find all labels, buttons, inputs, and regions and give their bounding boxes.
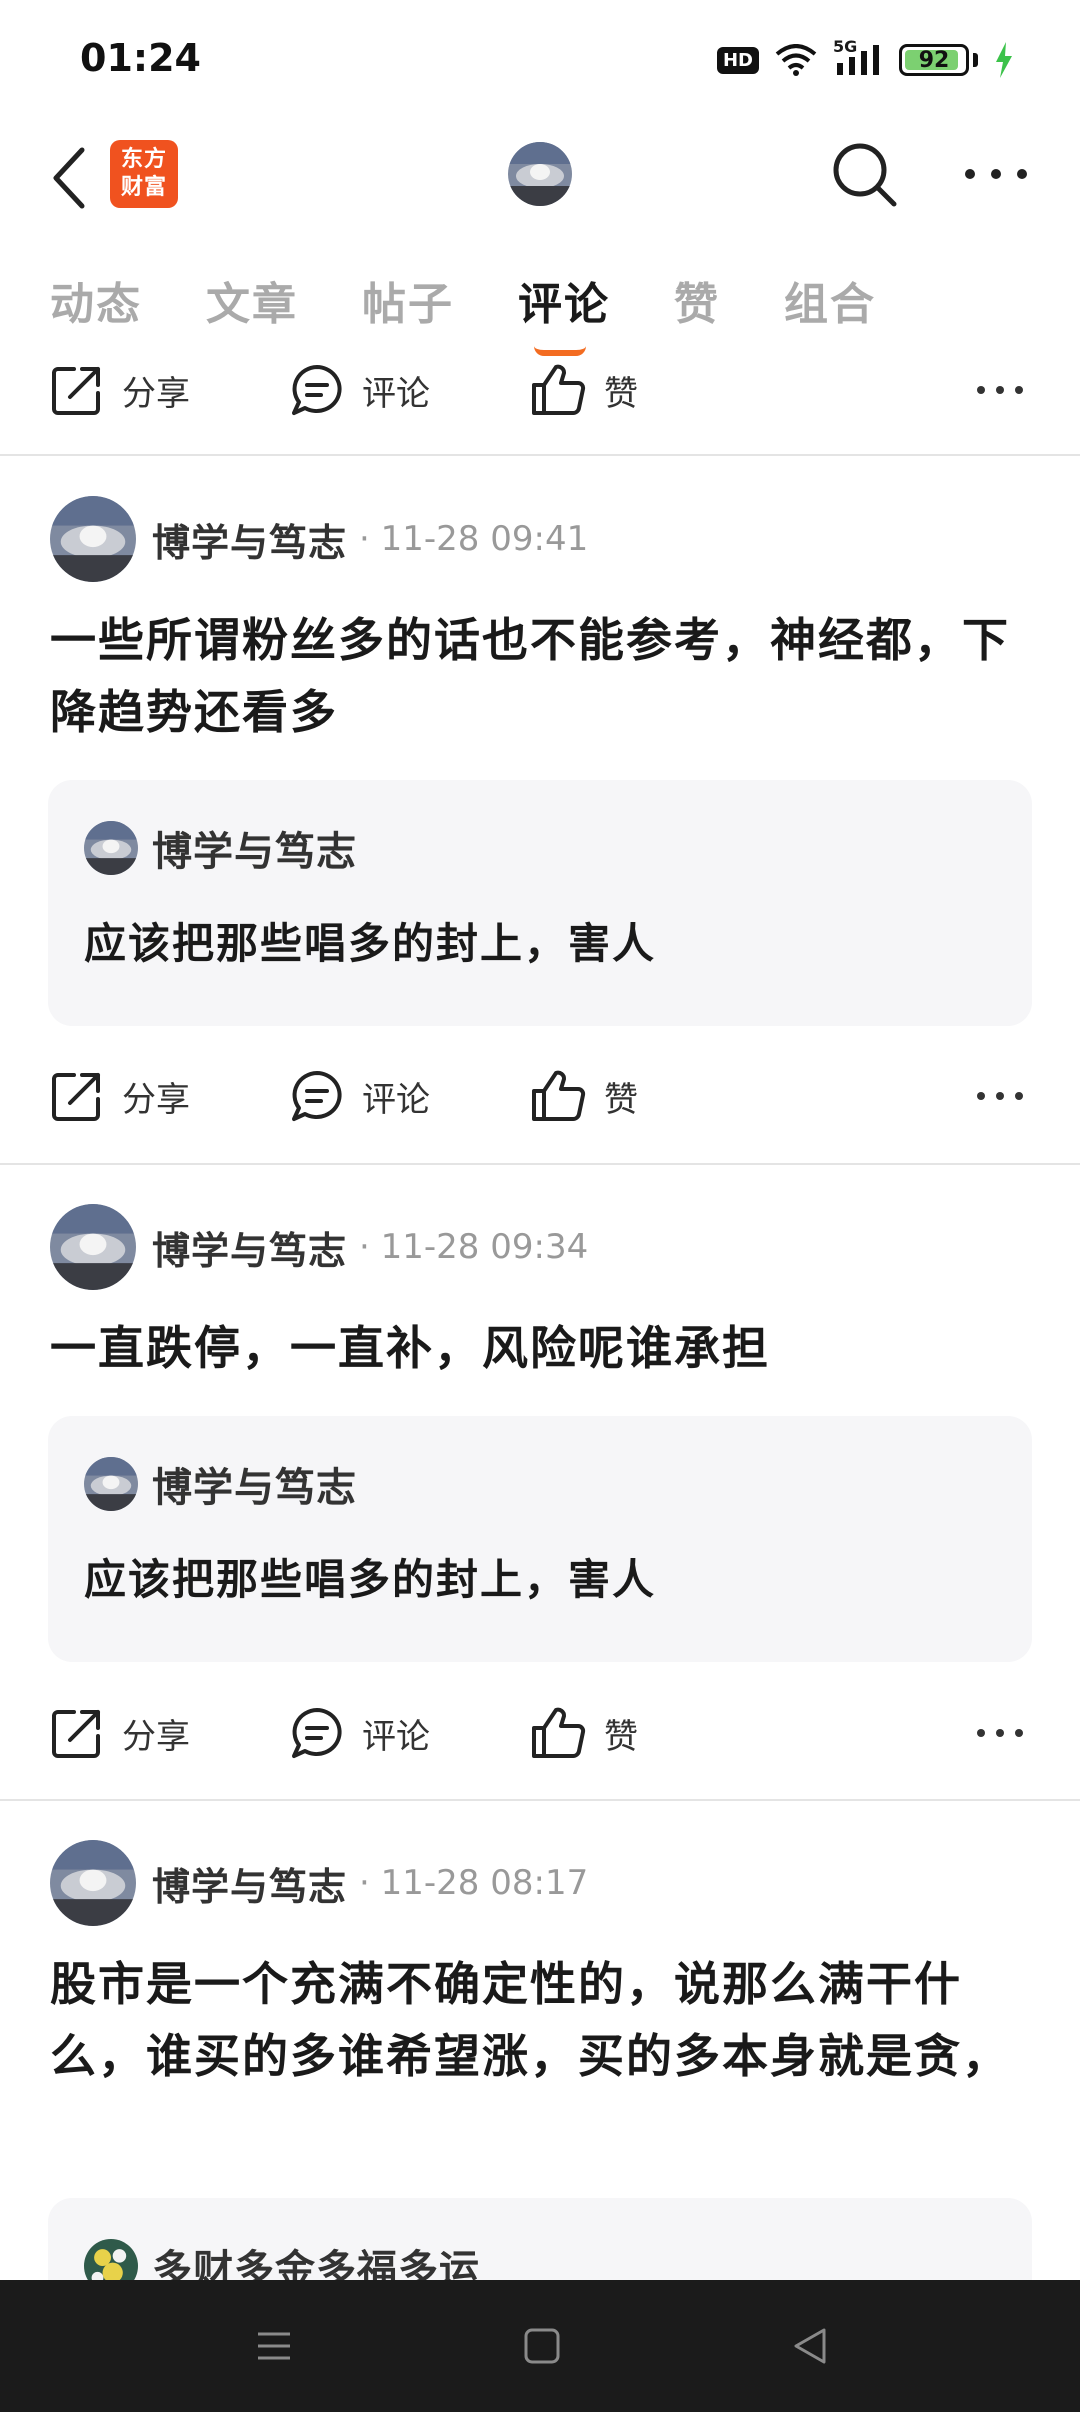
more-options-button[interactable] (970, 345, 1030, 435)
divider (0, 1799, 1080, 1801)
comment-icon (292, 365, 342, 415)
post-time: · 11-28 08:17 (359, 1863, 589, 1903)
avatar (84, 2239, 138, 2280)
battery-level: 92 (918, 47, 950, 73)
post-header: 博学与笃志 · 11-28 09:41 (50, 494, 588, 584)
more-options-button[interactable] (970, 1688, 1030, 1778)
profile-tabs: 动态 文章 帖子 评论 赞 组合 (50, 268, 940, 356)
post-header: 博学与笃志 · 11-28 09:34 (50, 1202, 588, 1292)
more-options-button[interactable] (970, 1051, 1030, 1141)
status-icons: HD 5G 92 (716, 37, 1014, 80)
share-label: 分享 (122, 1079, 190, 1120)
post-header: 博学与笃志 · 11-28 08:17 (50, 1838, 588, 1928)
menu-icon[interactable] (244, 2316, 304, 2376)
avatar[interactable] (50, 1840, 136, 1926)
quoted-header: 博学与笃志 (84, 820, 357, 876)
comment-button[interactable]: 评论 (290, 1688, 430, 1778)
comment-label: 评论 (362, 373, 430, 414)
nav-back-icon[interactable] (780, 2316, 840, 2376)
profile-header: 东方 财富 (0, 128, 1080, 228)
action-bar: 分享 评论 赞 (0, 345, 1080, 435)
avatar[interactable] (50, 496, 136, 582)
comment-label: 评论 (362, 1716, 430, 1757)
comment-icon (292, 1071, 342, 1121)
status-bar: 01:24 HD 5G 92 (0, 0, 1080, 120)
more-icon[interactable] (960, 138, 1032, 210)
quoted-author: 博学与笃志 (152, 1465, 357, 1511)
post-text[interactable]: 一直跌停，一直补，风险呢谁承担 (50, 1312, 1030, 1384)
comment-post: 博学与笃志 · 11-28 08:17 股市是一个充满不确定性的，说那么满干什么… (0, 1838, 1080, 2280)
search-icon[interactable] (828, 138, 900, 210)
tab-posts[interactable]: 帖子 (362, 268, 454, 338)
divider (0, 454, 1080, 456)
status-time: 01:24 (80, 36, 201, 80)
tab-articles[interactable]: 文章 (206, 268, 298, 338)
comment-button[interactable]: 评论 (290, 1051, 430, 1141)
tab-comments[interactable]: 评论 (518, 268, 610, 356)
comment-button[interactable]: 评论 (290, 345, 430, 435)
quoted-text: 应该把那些唱多的封上，害人 (84, 919, 657, 968)
share-label: 分享 (122, 373, 190, 414)
app-logo[interactable]: 东方 财富 (110, 140, 178, 208)
like-button[interactable]: 赞 (530, 1051, 638, 1141)
like-label: 赞 (604, 1079, 638, 1120)
action-bar: 分享 评论 赞 (0, 1051, 1080, 1141)
avatar (84, 821, 138, 875)
wifi-icon (775, 44, 817, 76)
more-icon (977, 386, 1023, 394)
like-icon (532, 364, 586, 415)
share-button[interactable]: 分享 (50, 345, 190, 435)
hd-badge: HD (716, 46, 759, 74)
battery-indicator: 92 (899, 44, 969, 76)
signal-icon: 5G (833, 37, 883, 77)
share-icon (52, 367, 100, 415)
avatar[interactable] (50, 1204, 136, 1290)
avatar (84, 1457, 138, 1511)
quoted-post[interactable]: 多财多金多福多运 (48, 2198, 1032, 2280)
quoted-author: 多财多金多福多运 (152, 2247, 480, 2280)
more-icon (977, 1092, 1023, 1100)
share-icon (52, 1710, 100, 1758)
share-button[interactable]: 分享 (50, 1051, 190, 1141)
post-text[interactable]: 一些所谓粉丝多的话也不能参考，神经都，下降趋势还看多 (50, 604, 1030, 748)
more-icon (977, 1729, 1023, 1737)
home-icon[interactable] (512, 2316, 572, 2376)
quoted-header: 多财多金多福多运 (84, 2238, 480, 2280)
tab-portfolio[interactable]: 组合 (784, 268, 876, 338)
quoted-author: 博学与笃志 (152, 829, 357, 875)
author-name[interactable]: 博学与笃志 (152, 1856, 347, 1911)
quoted-text: 应该把那些唱多的封上，害人 (84, 1555, 657, 1604)
quoted-post[interactable]: 博学与笃志 应该把那些唱多的封上，害人 (48, 1416, 1032, 1662)
charging-icon (996, 42, 1012, 78)
post-text[interactable]: 股市是一个充满不确定性的，说那么满干什么，谁买的多谁希望涨，买的多本身就是贪， (50, 1948, 1030, 2092)
logo-line-2: 财富 (120, 175, 167, 200)
like-button[interactable]: 赞 (530, 345, 638, 435)
share-button[interactable]: 分享 (50, 1688, 190, 1778)
like-label: 赞 (604, 1716, 638, 1757)
author-name[interactable]: 博学与笃志 (152, 1220, 347, 1275)
post-time: · 11-28 09:34 (359, 1227, 589, 1267)
quoted-header: 博学与笃志 (84, 1456, 357, 1512)
author-name[interactable]: 博学与笃志 (152, 512, 347, 567)
quoted-post[interactable]: 博学与笃志 应该把那些唱多的封上，害人 (48, 780, 1032, 1026)
post-time: · 11-28 09:41 (359, 519, 589, 559)
like-button[interactable]: 赞 (530, 1688, 638, 1778)
action-bar: 分享 评论 赞 (0, 1688, 1080, 1778)
back-icon[interactable] (42, 140, 102, 216)
tab-likes[interactable]: 赞 (674, 268, 720, 338)
like-icon (532, 1070, 586, 1121)
system-nav-bar (0, 2280, 1080, 2412)
avatar[interactable] (508, 142, 572, 206)
divider (0, 1163, 1080, 1165)
share-label: 分享 (122, 1716, 190, 1757)
like-icon (532, 1707, 586, 1758)
share-icon (52, 1073, 100, 1121)
tab-dynamic[interactable]: 动态 (50, 268, 142, 338)
comment-icon (292, 1708, 342, 1758)
battery-tip (973, 53, 978, 67)
tab-comments-label: 评论 (518, 279, 610, 330)
logo-line-1: 东方 (120, 147, 167, 172)
comment-label: 评论 (362, 1079, 430, 1120)
like-label: 赞 (604, 373, 638, 414)
